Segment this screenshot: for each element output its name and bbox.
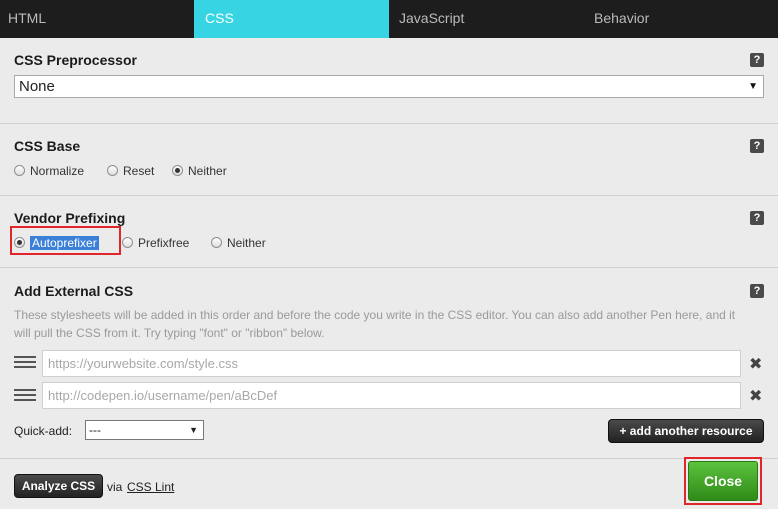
external-css-url-input-1[interactable] <box>42 350 741 377</box>
remove-resource-icon[interactable]: ✖ <box>749 354 762 374</box>
css-base-help-icon[interactable]: ? <box>750 139 764 153</box>
quick-add-select[interactable]: --- ▼ <box>85 420 204 440</box>
quick-add-value: --- <box>89 423 101 437</box>
analyze-css-button[interactable]: Analyze CSS <box>14 474 103 498</box>
preprocessor-select[interactable]: None ▼ <box>14 75 764 98</box>
drag-handle-icon[interactable] <box>14 389 36 401</box>
radio-button-icon[interactable] <box>122 237 133 248</box>
radio-button-icon[interactable] <box>14 165 25 176</box>
tab-bar: HTML CSS JavaScript Behavior <box>0 0 778 38</box>
radio-button-icon[interactable] <box>107 165 118 176</box>
tab-behavior[interactable]: Behavior <box>584 0 778 38</box>
radio-prefixfree[interactable]: Prefixfree <box>122 236 189 250</box>
add-resource-button[interactable]: + add another resource <box>608 419 764 443</box>
chevron-down-icon: ▼ <box>189 425 198 435</box>
chevron-down-icon: ▼ <box>748 81 758 92</box>
preprocessor-help-icon[interactable]: ? <box>750 53 764 67</box>
css-base-title: CSS Base <box>14 138 81 154</box>
radio-reset[interactable]: Reset <box>107 164 154 178</box>
css-base-section <box>0 124 778 196</box>
vendor-prefix-help-icon[interactable]: ? <box>750 211 764 225</box>
tab-css[interactable]: CSS <box>194 0 389 38</box>
external-css-url-input-2[interactable] <box>42 382 741 409</box>
radio-button-checked-icon[interactable] <box>172 165 183 176</box>
highlight-box-close: Close <box>684 457 762 505</box>
external-css-title: Add External CSS <box>14 283 134 299</box>
css-lint-link[interactable]: CSS Lint <box>127 480 174 494</box>
preprocessor-select-value: None <box>19 78 55 95</box>
radio-autoprefixer[interactable]: Autoprefixer <box>14 236 99 250</box>
external-css-description: These stylesheets will be added in this … <box>14 308 736 340</box>
radio-normalize[interactable]: Normalize <box>14 164 84 178</box>
via-text: via <box>107 480 123 494</box>
tab-html[interactable]: HTML <box>0 0 194 38</box>
close-button[interactable]: Close <box>688 461 758 501</box>
vendor-prefix-title: Vendor Prefixing <box>14 210 126 226</box>
remove-resource-icon[interactable]: ✖ <box>749 386 762 406</box>
tab-javascript[interactable]: JavaScript <box>389 0 584 38</box>
radio-neither-prefix[interactable]: Neither <box>211 236 266 250</box>
external-css-help-icon[interactable]: ? <box>750 284 764 298</box>
drag-handle-icon[interactable] <box>14 356 36 368</box>
quick-add-label: Quick-add: <box>14 424 73 438</box>
radio-button-icon[interactable] <box>211 237 222 248</box>
radio-button-checked-icon[interactable] <box>14 237 25 248</box>
preprocessor-title: CSS Preprocessor <box>14 52 137 68</box>
radio-neither-base[interactable]: Neither <box>172 164 227 178</box>
